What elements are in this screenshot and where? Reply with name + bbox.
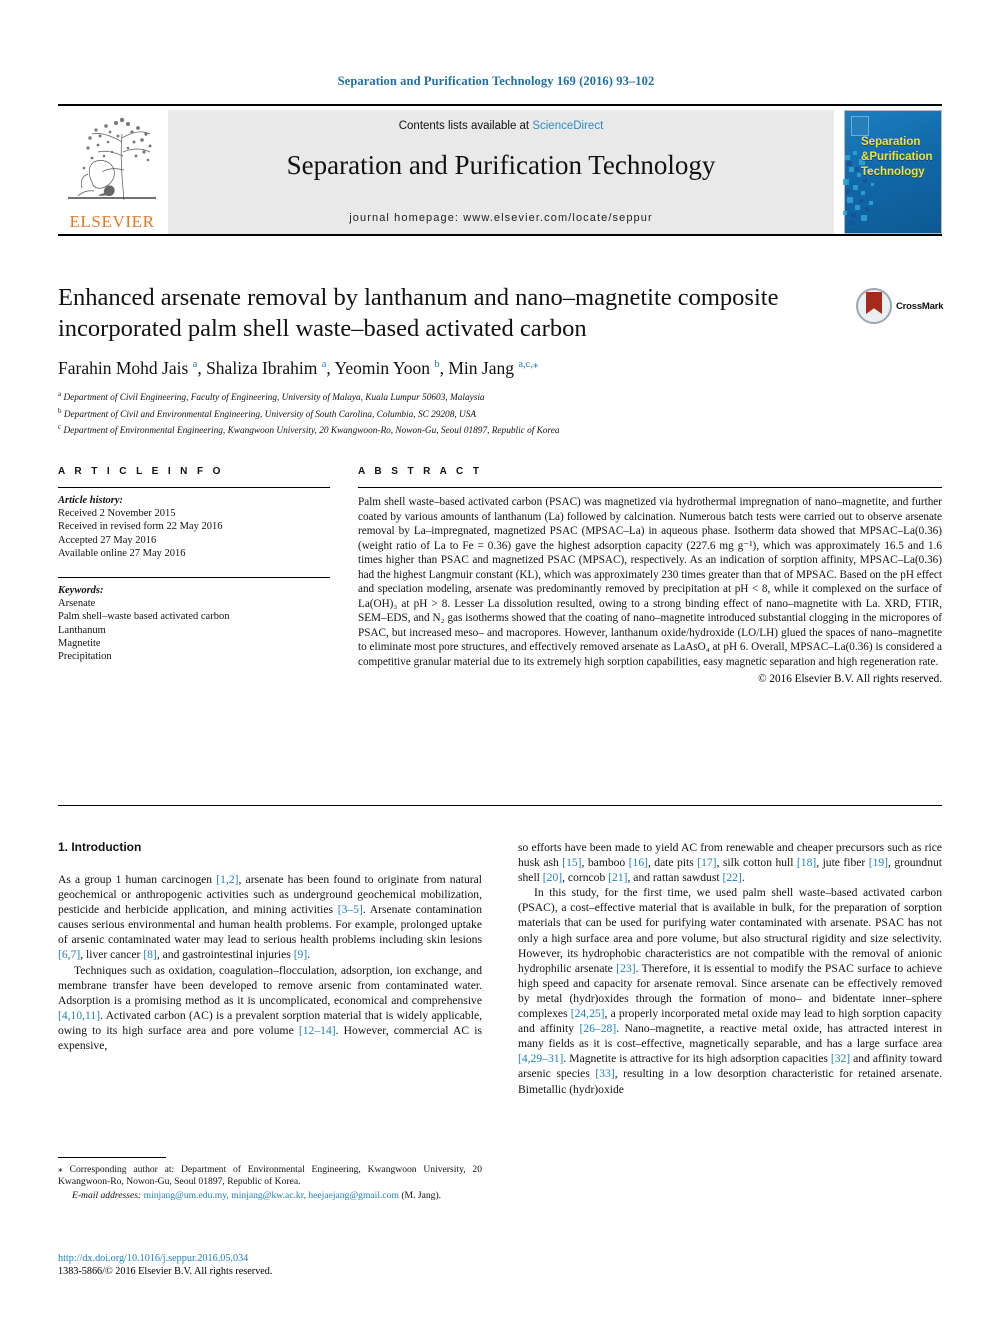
journal-title: Separation and Purification Technology <box>286 150 716 180</box>
history-item: Available online 27 May 2016 <box>58 547 186 559</box>
email-addresses[interactable]: minjang@um.edu.my, minjang@kw.ac.kr, hee… <box>144 1190 399 1201</box>
author-list: Farahin Mohd Jais a, Shaliza Ibrahim a, … <box>58 358 539 378</box>
keywords-block: Keywords: Arsenate Palm shell–waste base… <box>58 578 330 663</box>
affiliation-mark: a <box>58 390 62 398</box>
masthead-bottom-rule <box>58 234 942 236</box>
affiliation-mark: b <box>58 406 62 415</box>
affiliation-item: b Department of Civil and Environmental … <box>58 405 942 422</box>
affiliation-text: Department of Civil and Environmental En… <box>63 409 477 420</box>
title-block: Enhanced arsenate removal by lanthanum a… <box>58 282 944 438</box>
abstract-copyright: © 2016 Elsevier B.V. All rights reserved… <box>758 673 942 685</box>
article-history-label: Article history: <box>58 495 124 506</box>
corresponding-author-text: Corresponding author at: Department of E… <box>58 1164 482 1188</box>
email-suffix: (M. Jang). <box>398 1189 442 1201</box>
doi-link[interactable]: http://dx.doi.org/10.1016/j.seppur.2016.… <box>58 1252 482 1265</box>
paragraph: As a group 1 human carcinogen [1,2], ars… <box>58 873 482 962</box>
elsevier-tree-icon <box>62 112 162 208</box>
journal-homepage-line[interactable]: journal homepage: www.elsevier.com/locat… <box>168 212 834 224</box>
cover-title-line3: Technology <box>861 166 925 178</box>
contents-available-line: Contents lists available at ScienceDirec… <box>168 120 834 132</box>
journal-cover-thumbnail: Separation &Purification Technology <box>843 110 942 234</box>
keyword-item: Lanthanum <box>58 624 106 636</box>
keyword-item: Precipitation <box>58 651 112 663</box>
abstract-text: Palm shell waste–based activated carbon … <box>358 496 942 668</box>
keyword-item: Arsenate <box>58 598 96 610</box>
elsevier-logo: ELSEVIER <box>58 110 166 234</box>
article-info-column: A R T I C L E I N F O Article history: R… <box>58 466 330 685</box>
keyword-item: Palm shell–waste based activated carbon <box>58 611 230 623</box>
email-line: E-mail addresses: minjang@um.edu.my, min… <box>58 1190 482 1202</box>
article-history-block: Article history: Received 2 November 201… <box>58 488 330 560</box>
running-head: Separation and Purification Technology 1… <box>337 74 655 88</box>
crossmark-label: CrossMark <box>896 300 944 312</box>
paragraph: In this study, for the first time, we us… <box>518 886 943 1096</box>
column-gutter <box>330 466 358 685</box>
paragraph: so efforts have been made to yield AC fr… <box>518 841 943 885</box>
history-item: Accepted 27 May 2016 <box>58 534 157 546</box>
body-columns: 1. Introduction As a group 1 human carci… <box>58 840 942 1097</box>
info-abstract-region: A R T I C L E I N F O Article history: R… <box>58 466 942 685</box>
section-heading-introduction: 1. Introduction <box>58 840 142 854</box>
email-label: E-mail addresses: <box>72 1189 142 1201</box>
footnote-text: ⁎ Corresponding author at: Department of… <box>58 1164 482 1202</box>
footnote-rule <box>58 1157 166 1158</box>
cover-title-line1: Separation <box>861 136 921 148</box>
body-gutter <box>482 840 518 1097</box>
affiliation-text: Department of Environmental Engineering,… <box>63 426 560 437</box>
journal-band: Contents lists available at ScienceDirec… <box>168 110 834 234</box>
keyword-item: Magnetite <box>58 637 101 649</box>
journal-masthead: ELSEVIER Contents lists available at Sci… <box>58 104 942 234</box>
crossmark-icon <box>856 288 892 324</box>
crossmark-badge[interactable]: CrossMark <box>856 286 944 326</box>
elsevier-wordmark: ELSEVIER <box>69 212 155 231</box>
abstract-bottom-rule <box>58 805 942 806</box>
doi-block: http://dx.doi.org/10.1016/j.seppur.2016.… <box>58 1252 482 1279</box>
affiliation-item: a Department of Civil Engineering, Facul… <box>58 388 942 405</box>
corresponding-author-footnote: ⁎ Corresponding author at: Department of… <box>58 1157 482 1202</box>
affiliation-text: Department of Civil Engineering, Faculty… <box>63 393 485 404</box>
cover-title-line2: &Purification <box>861 150 935 165</box>
history-item: Received in revised form 22 May 2016 <box>58 521 223 533</box>
keywords-label: Keywords: <box>58 585 104 597</box>
cover-footer-text <box>851 224 935 229</box>
cover-elsevier-mark-icon <box>851 116 869 136</box>
history-item: Received 2 November 2015 <box>58 508 176 520</box>
cover-title: Separation &Purification Technology <box>861 135 935 180</box>
abstract-heading: A B S T R A C T <box>358 466 483 477</box>
journal-article-page: Separation and Purification Technology 1… <box>0 0 992 1323</box>
footnote-marker: ⁎ <box>58 1164 63 1175</box>
page-title: Enhanced arsenate removal by lanthanum a… <box>58 284 779 342</box>
contents-prefix: Contents lists available at <box>398 120 533 132</box>
affiliation-list: a Department of Civil Engineering, Facul… <box>58 388 942 438</box>
sciencedirect-link[interactable]: ScienceDirect <box>532 120 603 132</box>
body-right-column: so efforts have been made to yield AC fr… <box>518 840 942 1097</box>
cover-title-purification: Purification <box>869 151 933 163</box>
paragraph: Techniques such as oxidation, coagulatio… <box>58 963 482 1053</box>
abstract-column: A B S T R A C T Palm shell waste–based a… <box>358 466 942 685</box>
body-left-column: 1. Introduction As a group 1 human carci… <box>58 840 482 1097</box>
affiliation-item: c Department of Environmental Engineerin… <box>58 421 942 438</box>
article-info-heading: A R T I C L E I N F O <box>58 466 224 477</box>
issn-copyright-line: 1383-5866/© 2016 Elsevier B.V. All right… <box>58 1266 273 1278</box>
affiliation-mark: c <box>58 423 62 432</box>
